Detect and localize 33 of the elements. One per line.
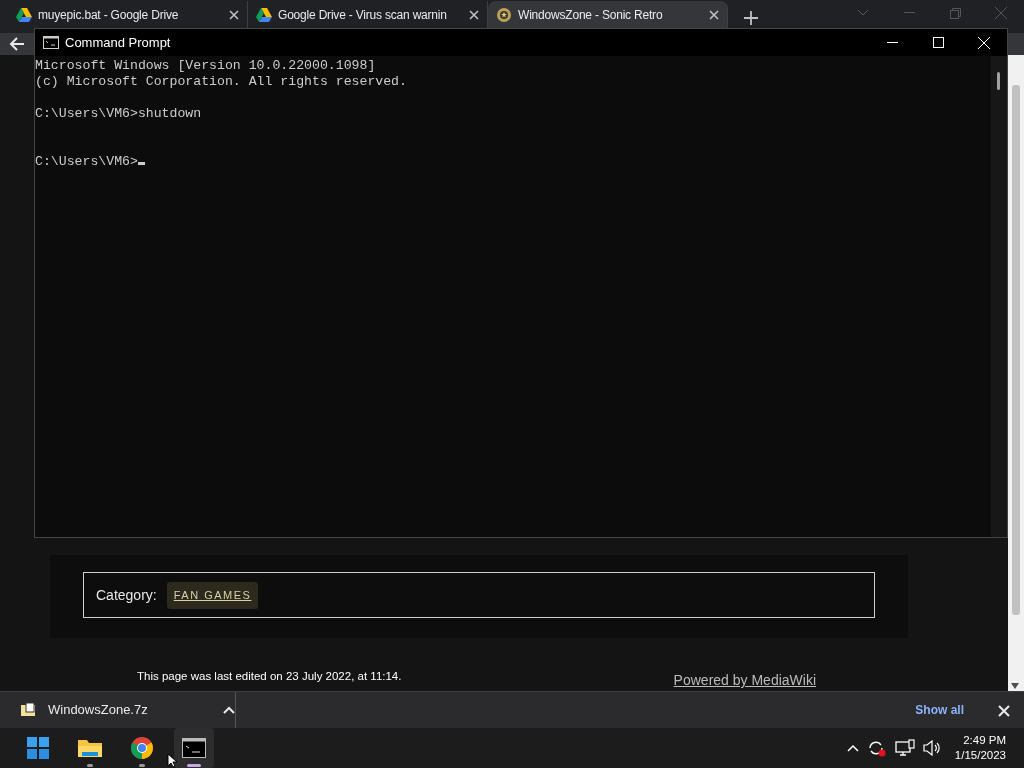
scroll-thumb[interactable] <box>1012 85 1020 616</box>
scroll-thumb[interactable] <box>997 72 1000 90</box>
network-icon[interactable] <box>894 739 915 757</box>
volume-icon[interactable] <box>922 740 941 756</box>
category-tag[interactable]: FAN GAMES <box>166 582 259 609</box>
scrollbar[interactable] <box>1008 55 1024 692</box>
mouse-cursor-icon <box>167 753 178 768</box>
show-all-button[interactable]: Show all <box>909 700 970 721</box>
console-line: Microsoft Windows [Version 10.0.22000.1098] <box>35 58 376 73</box>
scrollbar[interactable] <box>991 56 1007 537</box>
clock-time: 2:49 PM <box>962 733 1006 748</box>
console-line: C:\Users\VM6>shutdown <box>35 106 202 121</box>
chevron-up-icon[interactable] <box>223 706 235 715</box>
console-icon[interactable] <box>174 728 214 768</box>
browser-tab[interactable]: WindowsZone - Sonic Retro <box>488 1 728 28</box>
tab-title: WindowsZone - Sonic Retro <box>518 6 664 24</box>
console-icon <box>43 36 59 49</box>
last-edited-text: This page was last edited on 23 July 2022, at 11:14. <box>137 669 402 685</box>
powered-by-link[interactable]: Powered by MediaWiki <box>673 670 816 692</box>
sync-icon[interactable] <box>866 739 887 757</box>
download-filename[interactable]: WindowsZone.7z <box>48 700 211 720</box>
clock-date: 1/15/2023 <box>954 748 1006 763</box>
tab-title: Google Drive - Virus scan warnin <box>278 6 448 24</box>
category-label: Category: <box>96 585 157 605</box>
console-line: (c) Microsoft Corporation. All rights reserved. <box>35 74 407 89</box>
window-title: Command Prompt <box>65 33 171 52</box>
drive-icon <box>16 7 32 22</box>
archive-icon <box>20 702 36 719</box>
ring-icon <box>496 6 512 23</box>
console-line: C:\Users\VM6> <box>35 154 138 169</box>
drive-icon <box>256 7 272 22</box>
tab-title: muyepic.bat - Google Drive <box>38 6 180 24</box>
clock[interactable]: 2:49 PM 1/15/2023 <box>954 733 1006 763</box>
